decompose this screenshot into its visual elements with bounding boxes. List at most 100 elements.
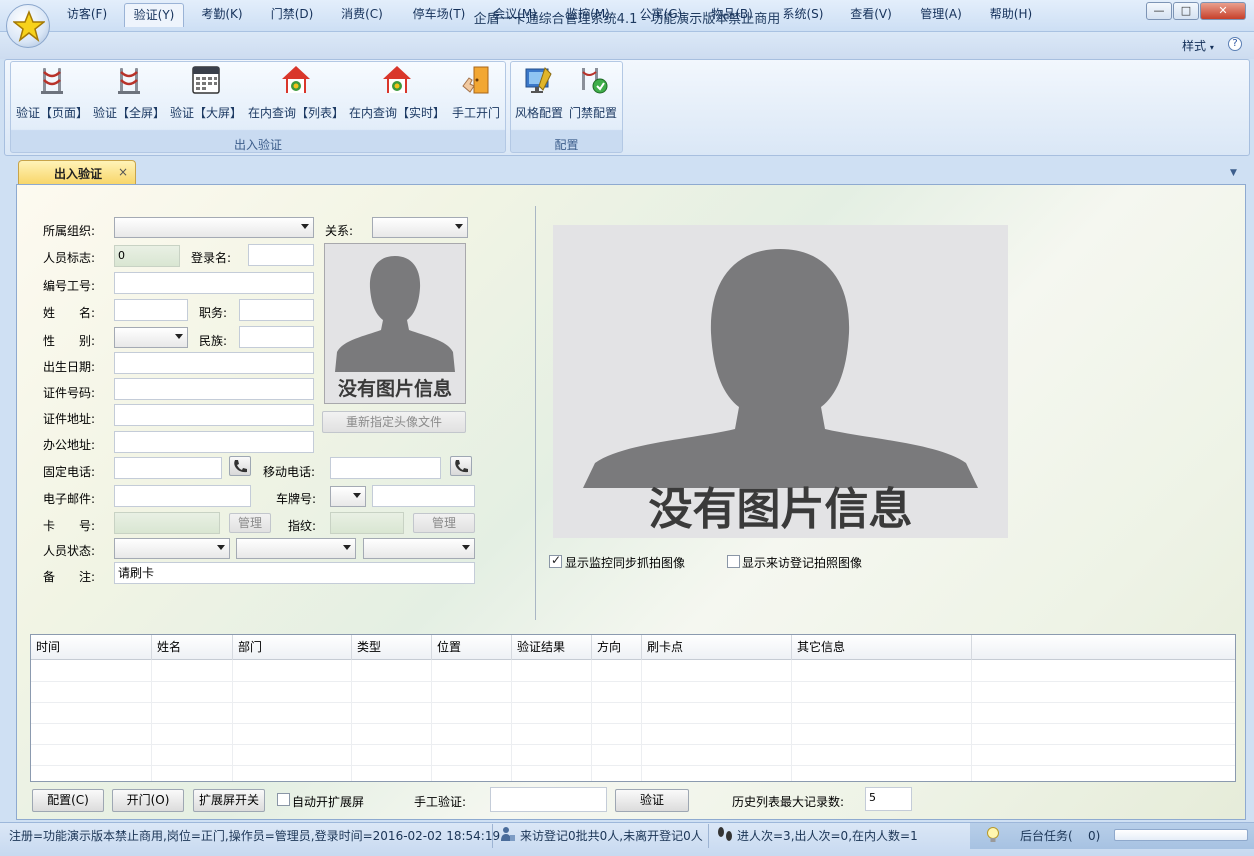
column-header[interactable]: 位置 bbox=[432, 635, 512, 660]
fingerprint-manage-button[interactable]: 管理 bbox=[413, 513, 475, 533]
chevron-down-icon bbox=[301, 224, 309, 229]
max-records-field[interactable]: 5 bbox=[865, 787, 912, 811]
menu-tab[interactable]: 物品(B) bbox=[703, 3, 761, 27]
gender-label: 性 别: bbox=[43, 334, 96, 348]
email-field[interactable] bbox=[114, 485, 251, 507]
org-select[interactable] bbox=[114, 217, 314, 238]
ribbon-button-label: 验证【页面】 bbox=[16, 106, 89, 120]
position-field[interactable] bbox=[239, 299, 314, 321]
house-icon bbox=[282, 66, 310, 93]
card-field[interactable] bbox=[114, 512, 220, 534]
divider bbox=[535, 206, 536, 620]
menu-tab[interactable]: 停车场(T) bbox=[403, 3, 475, 27]
config-button[interactable]: 配置(C) bbox=[32, 789, 104, 812]
manual-open-door-button[interactable]: 手工开门 bbox=[450, 64, 502, 121]
minimize-button[interactable]: — bbox=[1146, 2, 1172, 20]
menu-tab[interactable]: 帮助(H) bbox=[981, 3, 1041, 27]
table-column bbox=[233, 660, 352, 781]
birth-label: 出生日期: bbox=[43, 360, 96, 374]
menu-tab[interactable]: 考勤(K) bbox=[193, 3, 251, 27]
inside-query-realtime-button[interactable]: 在内查询【实时】 bbox=[349, 64, 445, 121]
plate-prefix-select[interactable] bbox=[330, 486, 366, 507]
menu-tab[interactable]: 系统(S) bbox=[774, 3, 832, 27]
auto-ext-screen-label: 自动开扩展屏 bbox=[292, 795, 365, 809]
relation-select[interactable] bbox=[372, 217, 468, 238]
menu-tab[interactable]: 验证(Y) bbox=[124, 3, 184, 27]
id-no-field[interactable] bbox=[114, 378, 314, 400]
maximize-button[interactable]: □ bbox=[1173, 2, 1199, 20]
phone-field[interactable] bbox=[114, 457, 222, 479]
table-row-line bbox=[31, 702, 1235, 703]
status-select-3[interactable] bbox=[363, 538, 475, 559]
column-header[interactable]: 刷卡点 bbox=[642, 635, 792, 660]
table-row-line bbox=[31, 744, 1235, 745]
task-progress-bar bbox=[1114, 829, 1248, 841]
plate-label: 车牌号: bbox=[276, 492, 317, 506]
help-icon[interactable]: ? bbox=[1228, 37, 1242, 51]
staff-no-label: 编号工号: bbox=[43, 279, 96, 293]
column-header[interactable]: 时间 bbox=[31, 635, 152, 660]
ethnic-field[interactable] bbox=[239, 326, 314, 348]
column-header[interactable]: 验证结果 bbox=[512, 635, 592, 660]
gender-select[interactable] bbox=[114, 327, 188, 348]
turnstile-icon bbox=[118, 68, 140, 94]
mobile-field[interactable] bbox=[330, 457, 441, 479]
menu-tab[interactable]: 门禁(D) bbox=[263, 3, 321, 27]
menu-tab[interactable]: 监控(M) bbox=[557, 3, 619, 27]
menu-tab[interactable]: 公寓(G) bbox=[632, 3, 690, 27]
column-header[interactable]: 姓名 bbox=[152, 635, 233, 660]
style-menu[interactable]: 样式 ▾ bbox=[1182, 37, 1214, 54]
phone-label: 固定电话: bbox=[43, 465, 96, 479]
show-visitor-checkbox[interactable] bbox=[727, 555, 740, 568]
status-select-2[interactable] bbox=[236, 538, 356, 559]
menu-tab[interactable]: 查看(V) bbox=[842, 3, 900, 27]
manual-verify-field[interactable] bbox=[490, 787, 607, 812]
menu-tab[interactable]: 管理(A) bbox=[911, 3, 971, 27]
menu-tab[interactable]: 消费(C) bbox=[333, 3, 391, 27]
office-addr-field[interactable] bbox=[114, 431, 314, 453]
inside-query-list-button[interactable]: 在内查询【列表】 bbox=[248, 64, 344, 121]
verify-page-button[interactable]: 验证【页面】 bbox=[16, 64, 88, 121]
open-door-button[interactable]: 开门(O) bbox=[112, 789, 184, 812]
door-config-button[interactable]: 门禁配置 bbox=[567, 64, 619, 121]
menu-tab[interactable]: 访客(F) bbox=[58, 3, 116, 27]
close-button[interactable]: ✕ bbox=[1200, 2, 1246, 20]
mobile-dial-button[interactable] bbox=[450, 456, 472, 476]
card-manage-button[interactable]: 管理 bbox=[229, 513, 271, 533]
close-icon[interactable]: × bbox=[118, 165, 128, 179]
remark-field[interactable]: 请刷卡 bbox=[114, 562, 475, 584]
person-id-label: 人员标志: bbox=[43, 251, 96, 265]
verify-fullscreen-button[interactable]: 验证【全屏】 bbox=[93, 64, 165, 121]
show-monitor-checkbox[interactable]: ✓ bbox=[549, 553, 562, 568]
auto-ext-screen-checkbox[interactable] bbox=[277, 793, 290, 806]
birth-field[interactable] bbox=[114, 352, 314, 374]
table-column bbox=[512, 660, 592, 781]
fingerprint-field[interactable] bbox=[330, 512, 404, 534]
name-field[interactable] bbox=[114, 299, 188, 321]
table-row-line bbox=[31, 765, 1235, 766]
tasks-count: 0) bbox=[1087, 829, 1101, 843]
person-id-field[interactable]: 0 bbox=[114, 245, 180, 267]
column-header[interactable]: 类型 bbox=[352, 635, 432, 660]
status-separator bbox=[492, 824, 493, 848]
ribbon-button-label: 手工开门 bbox=[451, 106, 500, 120]
ext-screen-toggle-button[interactable]: 扩展屏开关 bbox=[193, 789, 265, 812]
plate-field[interactable] bbox=[372, 485, 475, 507]
staff-no-field[interactable] bbox=[114, 272, 314, 294]
phone-dial-button[interactable] bbox=[229, 456, 251, 476]
column-header[interactable]: 方向 bbox=[592, 635, 642, 660]
ribbon-button-label: 在内查询【实时】 bbox=[349, 106, 446, 120]
window-title: 企盾一卡通综合管理系统4.1 - 功能演示版本禁止商用 bbox=[473, 12, 781, 27]
id-addr-field[interactable] bbox=[114, 404, 314, 426]
reassign-photo-button[interactable]: 重新指定头像文件 bbox=[322, 411, 466, 433]
verify-bigscreen-button[interactable]: 验证【大屏】 bbox=[170, 64, 242, 121]
login-field[interactable] bbox=[248, 244, 314, 266]
menu-tab[interactable]: 会议(M) bbox=[486, 3, 544, 27]
column-header[interactable]: 部门 bbox=[233, 635, 352, 660]
style-config-button[interactable]: 风格配置 bbox=[513, 64, 565, 121]
column-header[interactable]: 其它信息 bbox=[792, 635, 972, 660]
verify-button[interactable]: 验证 bbox=[615, 789, 689, 812]
chevron-down-icon[interactable]: ▼ bbox=[1230, 168, 1237, 178]
status-select-1[interactable] bbox=[114, 538, 230, 559]
app-menu-orb[interactable] bbox=[6, 4, 50, 48]
